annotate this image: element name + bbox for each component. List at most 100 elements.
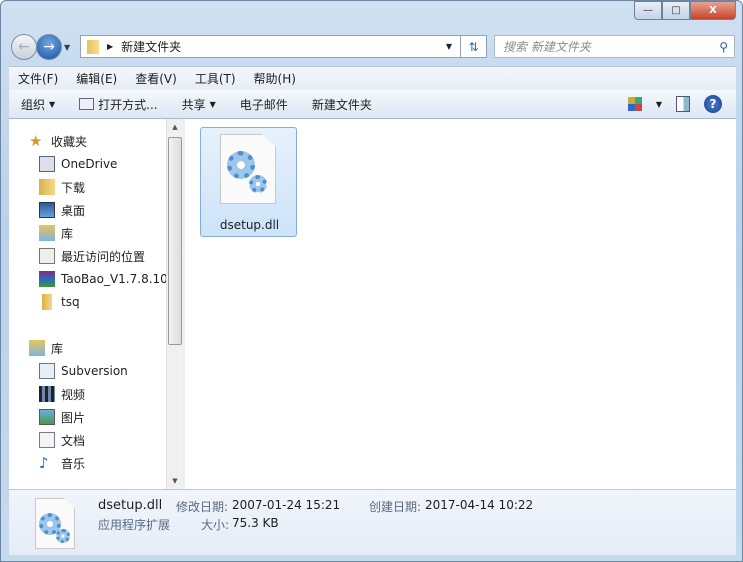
- new-folder-button[interactable]: 新建文件夹: [300, 96, 384, 113]
- documents-icon: [39, 432, 55, 448]
- search-placeholder: 搜索 新建文件夹: [503, 40, 591, 54]
- file-item[interactable]: dsetup.dll: [200, 127, 297, 237]
- created-value: 2017-04-14 10:22: [425, 498, 534, 512]
- nav-label: Subversion: [61, 364, 128, 378]
- nav-recent-places[interactable]: 最近访问的位置: [39, 245, 166, 267]
- breadcrumb-arrow-icon[interactable]: ▶: [107, 42, 113, 51]
- view-dropdown-icon[interactable]: ▼: [656, 100, 662, 109]
- maximize-button[interactable]: □: [662, 1, 690, 20]
- share-label: 共享: [181, 97, 206, 112]
- breadcrumb-current[interactable]: 新建文件夹: [121, 38, 181, 55]
- desktop-icon: [39, 202, 55, 218]
- menu-help[interactable]: 帮助(H): [245, 70, 305, 87]
- nav-pictures[interactable]: 图片: [39, 406, 166, 428]
- nav-libraries[interactable]: 库: [29, 337, 166, 359]
- minimize-button[interactable]: —: [634, 1, 662, 20]
- nav-buttons: ← → ▼: [11, 34, 70, 60]
- nav-label: 库: [61, 226, 74, 241]
- details-file-type: 应用程序扩展: [98, 518, 171, 532]
- modified-label: 修改日期:: [176, 500, 229, 514]
- nav-subversion[interactable]: Subversion: [39, 360, 166, 382]
- library-icon: [29, 340, 45, 356]
- winrar-archive-icon: [39, 271, 55, 287]
- nav-onedrive[interactable]: OneDrive: [39, 153, 166, 175]
- nav-downloads[interactable]: 下载: [39, 176, 166, 198]
- change-view-icon[interactable]: [627, 97, 642, 111]
- nav-label: 收藏夹: [51, 134, 88, 149]
- search-input[interactable]: 搜索 新建文件夹 ⚲: [494, 35, 735, 58]
- music-icon: ♪: [39, 454, 49, 472]
- nav-scrollbar[interactable]: ▲ ▼: [166, 119, 183, 489]
- forward-button[interactable]: →: [36, 34, 62, 60]
- chevron-down-icon: ▼: [49, 99, 56, 109]
- dll-file-icon: [220, 134, 276, 204]
- open-with-button[interactable]: 打开方式...: [67, 96, 169, 113]
- new-folder-label: 新建文件夹: [311, 97, 372, 112]
- scroll-up-arrow-icon[interactable]: ▲: [167, 119, 183, 135]
- nav-label: 视频: [61, 387, 86, 402]
- nav-label: 文档: [61, 433, 86, 448]
- nav-label: OneDrive: [61, 157, 118, 171]
- preview-pane-icon[interactable]: [676, 96, 690, 112]
- nav-label: 库: [51, 341, 64, 356]
- chevron-down-icon: ▼: [209, 99, 216, 109]
- recent-pages-dropdown-icon[interactable]: ▼: [64, 43, 70, 52]
- nav-label: tsq: [61, 295, 80, 309]
- recent-places-icon: [39, 248, 55, 264]
- downloads-folder-icon: [39, 179, 55, 195]
- modified-value: 2007-01-24 15:21: [232, 498, 341, 512]
- star-icon: ★: [29, 132, 43, 150]
- menu-tools[interactable]: 工具(T): [186, 70, 245, 87]
- email-button[interactable]: 电子邮件: [228, 96, 300, 113]
- nav-label: 桌面: [61, 203, 86, 218]
- nav-videos[interactable]: 视频: [39, 383, 166, 405]
- open-with-label: 打开方式...: [98, 97, 158, 112]
- size-label: 大小:: [201, 518, 230, 532]
- scroll-thumb[interactable]: [168, 137, 182, 345]
- nav-documents[interactable]: 文档: [39, 429, 166, 451]
- nav-music[interactable]: ♪ 音乐: [39, 452, 166, 474]
- email-label: 电子邮件: [239, 97, 288, 112]
- address-dropdown-icon[interactable]: ▼: [446, 42, 452, 51]
- share-button[interactable]: 共享 ▼: [170, 96, 228, 113]
- nav-tsq[interactable]: tsq: [39, 291, 166, 313]
- back-button[interactable]: ←: [11, 34, 37, 60]
- folder-icon: [87, 39, 99, 54]
- video-icon: [39, 386, 55, 402]
- folder-icon: [42, 294, 52, 310]
- command-bar: 组织 ▼ 打开方式... 共享 ▼ 电子邮件 新建文件夹 ▼ ?: [9, 90, 736, 119]
- caption-buttons: — □ X: [634, 1, 736, 20]
- pictures-icon: [39, 409, 55, 425]
- menu-view[interactable]: 查看(V): [126, 70, 186, 87]
- nav-library[interactable]: 库: [39, 222, 166, 244]
- file-name: dsetup.dll: [219, 218, 280, 232]
- refresh-button[interactable]: ⇅: [460, 35, 487, 58]
- explorer-window: — □ X ← → ▼ ▶ 新建文件夹 ▼ ⇅ 搜索 新建文件夹 ⚲ 文件(F)…: [0, 0, 743, 562]
- details-pane: dsetup.dll 应用程序扩展 修改日期: 2007-01-24 15:21…: [9, 489, 736, 555]
- nav-desktop[interactable]: 桌面: [39, 199, 166, 221]
- dll-file-icon: [35, 498, 75, 549]
- open-with-icon: [79, 98, 95, 110]
- library-icon: [39, 225, 55, 241]
- size-value: 75.3 KB: [232, 516, 279, 530]
- menu-bar: 文件(F) 编辑(E) 查看(V) 工具(T) 帮助(H): [9, 66, 736, 90]
- close-button[interactable]: X: [690, 1, 736, 20]
- menu-file[interactable]: 文件(F): [9, 70, 67, 87]
- search-icon[interactable]: ⚲: [719, 40, 728, 54]
- content-area: ★ 收藏夹 OneDrive 下载 桌面 库 最近访问的位置 TaoBao_V1.…: [9, 119, 736, 489]
- menu-edit[interactable]: 编辑(E): [67, 70, 126, 87]
- nav-label: 音乐: [61, 456, 86, 471]
- organize-label: 组织: [21, 97, 46, 112]
- document-library-icon: [39, 363, 55, 379]
- nav-taobao[interactable]: TaoBao_V1.7.8.10_: [39, 268, 166, 290]
- help-icon[interactable]: ?: [704, 95, 722, 113]
- organize-button[interactable]: 组织 ▼: [9, 96, 67, 113]
- scroll-down-arrow-icon[interactable]: ▼: [167, 473, 183, 489]
- onedrive-icon: [39, 156, 55, 172]
- navigation-pane: ★ 收藏夹 OneDrive 下载 桌面 库 最近访问的位置 TaoBao_V1.…: [9, 119, 166, 489]
- nav-favorites[interactable]: ★ 收藏夹: [29, 130, 166, 152]
- pane-divider[interactable]: [183, 119, 185, 489]
- nav-label: 图片: [61, 410, 86, 425]
- nav-label: 最近访问的位置: [61, 249, 146, 264]
- address-bar[interactable]: ▶ 新建文件夹 ▼: [80, 35, 487, 58]
